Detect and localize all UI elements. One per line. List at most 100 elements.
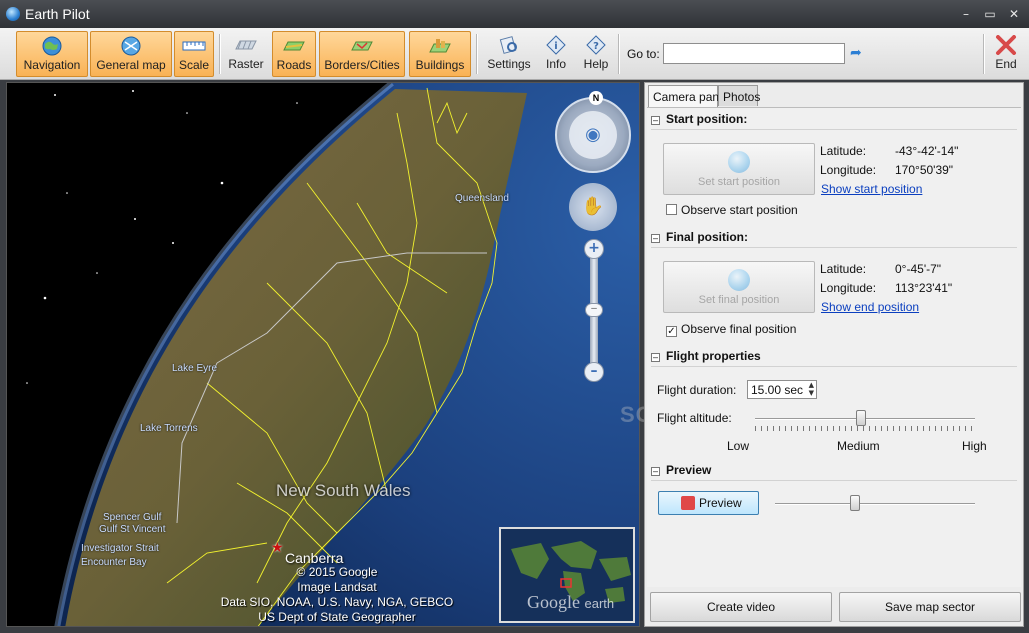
borders-cities-button[interactable]: Borders/Cities bbox=[319, 31, 405, 77]
map-label-lake-torrens: Lake Torrens bbox=[140, 423, 198, 434]
svg-text:i: i bbox=[554, 41, 557, 52]
google-earth-logo: Google earth bbox=[527, 592, 615, 612]
capital-star-icon: ★ bbox=[271, 539, 284, 555]
help-button[interactable]: ? Help bbox=[578, 31, 614, 77]
preview-slider-thumb[interactable] bbox=[850, 495, 860, 511]
map-label-queensland: Queensland bbox=[455, 193, 509, 204]
compass-north[interactable]: N bbox=[589, 91, 603, 105]
map-label-new-south-wales: New South Wales bbox=[276, 481, 411, 500]
scale-button[interactable]: Scale bbox=[174, 31, 214, 77]
attribution-line-4: US Dept of State Geographer bbox=[258, 610, 416, 624]
flight-properties-header[interactable]: – Flight properties bbox=[651, 349, 1017, 367]
globe-icon bbox=[42, 36, 62, 56]
camera-pan-page: – Start position: Set start position Lati… bbox=[647, 107, 1021, 587]
eye-icon: ◉ bbox=[569, 111, 617, 159]
create-video-button[interactable]: Create video bbox=[650, 592, 832, 622]
flight-duration-label: Flight duration: bbox=[657, 383, 737, 397]
preview-slider-track[interactable] bbox=[775, 503, 975, 505]
map-label-investigator-strait: Investigator Strait bbox=[81, 543, 159, 554]
tab-photos[interactable]: Photos bbox=[718, 85, 760, 106]
borders-icon bbox=[351, 41, 373, 51]
map-label-spencer-gulf: Spencer Gulf bbox=[103, 512, 162, 523]
globe-icon bbox=[728, 269, 750, 291]
observe-start-checkbox[interactable]: Observe start position bbox=[666, 203, 798, 217]
spinner-arrows-icon[interactable]: ▲ ▼ bbox=[809, 381, 814, 397]
map-label-gulf-st-vincent: Gulf St Vincent bbox=[99, 524, 166, 535]
set-start-position-button[interactable]: Set start position bbox=[663, 143, 815, 195]
collapse-icon[interactable]: – bbox=[651, 116, 660, 125]
preview-film-icon bbox=[681, 496, 695, 510]
collapse-icon[interactable]: – bbox=[651, 234, 660, 243]
buildings-button[interactable]: Buildings bbox=[409, 31, 471, 77]
attribution-line-3: Data SIO, NOAA, U.S. Navy, NGA, GEBCO bbox=[220, 595, 454, 609]
roads-icon bbox=[283, 41, 305, 51]
toolbar-separator bbox=[476, 34, 477, 74]
maximize-button[interactable]: ▭ bbox=[981, 6, 999, 22]
navigation-button[interactable]: Navigation bbox=[16, 31, 88, 77]
map-view[interactable]: Queensland Lake Eyre Lake Torrens Spence… bbox=[6, 82, 640, 627]
map-globe-icon bbox=[121, 36, 141, 56]
save-map-sector-button[interactable]: Save map sector bbox=[839, 592, 1021, 622]
final-latitude-label: Latitude: bbox=[820, 262, 867, 276]
start-latitude-label: Latitude: bbox=[820, 144, 867, 158]
go-arrow-icon[interactable]: ➦ bbox=[850, 45, 866, 61]
raster-button[interactable]: Raster bbox=[224, 31, 268, 77]
tab-camera-pan[interactable]: Camera pan bbox=[648, 85, 719, 107]
toolbar-separator bbox=[219, 34, 220, 74]
checkmark-icon[interactable]: ✓ bbox=[666, 326, 677, 337]
altitude-slider-thumb[interactable] bbox=[855, 410, 866, 426]
start-longitude-value: 170°50'39" bbox=[895, 163, 954, 177]
start-longitude-label: Longitude: bbox=[820, 163, 877, 177]
collapse-icon[interactable]: – bbox=[651, 353, 660, 362]
buildings-icon bbox=[429, 39, 451, 53]
final-longitude-label: Longitude: bbox=[820, 281, 877, 295]
final-position-header[interactable]: – Final position: bbox=[651, 230, 1017, 248]
end-button[interactable]: End bbox=[988, 31, 1024, 77]
checkbox-box[interactable] bbox=[666, 204, 677, 215]
title-bar: Earth Pilot – ▭ ✕ bbox=[0, 0, 1029, 28]
settings-icon bbox=[499, 36, 517, 54]
flight-altitude-label: Flight altitude: bbox=[657, 411, 732, 425]
look-control[interactable]: ◉ bbox=[555, 97, 631, 173]
attribution-line-1: © 2015 Google bbox=[296, 565, 378, 579]
preview-header[interactable]: – Preview bbox=[651, 463, 1017, 481]
show-start-position-link[interactable]: Show start position bbox=[821, 182, 922, 196]
start-position-header[interactable]: – Start position: bbox=[651, 112, 1017, 130]
attribution-line-2: Image Landsat bbox=[297, 580, 377, 594]
altitude-medium-label: Medium bbox=[837, 439, 880, 453]
collapse-icon[interactable]: – bbox=[651, 467, 660, 476]
start-latitude-value: -43°-42'-14" bbox=[895, 144, 959, 158]
info-icon: i bbox=[546, 35, 566, 55]
roads-button[interactable]: Roads bbox=[272, 31, 316, 77]
zoom-slider-thumb[interactable]: – bbox=[585, 303, 603, 317]
zoom-in-button[interactable]: + bbox=[584, 239, 604, 259]
flight-duration-spinner[interactable]: 15.00 sec ▲ ▼ bbox=[747, 380, 817, 399]
map-label-lake-eyre: Lake Eyre bbox=[172, 363, 218, 374]
svg-text:?: ? bbox=[593, 41, 599, 52]
ruler-icon bbox=[182, 41, 206, 51]
final-latitude-value: 0°-45'-7" bbox=[895, 262, 942, 276]
close-button[interactable]: ✕ bbox=[1005, 6, 1023, 22]
toolbar-separator bbox=[618, 34, 619, 74]
final-longitude-value: 113°23'41" bbox=[895, 281, 953, 295]
minimize-button[interactable]: – bbox=[957, 6, 975, 22]
general-map-button[interactable]: General map bbox=[90, 31, 172, 77]
window-title: Earth Pilot bbox=[25, 6, 90, 22]
toolbar-separator bbox=[983, 34, 984, 74]
map-label-canberra: Canberra bbox=[285, 550, 344, 566]
altitude-slider-ticks bbox=[755, 426, 975, 431]
preview-button[interactable]: Preview bbox=[658, 491, 759, 515]
altitude-high-label: High bbox=[962, 439, 987, 453]
info-button[interactable]: i Info bbox=[538, 31, 574, 77]
goto-input[interactable] bbox=[663, 43, 845, 64]
observe-final-checkbox[interactable]: ✓ Observe final position bbox=[666, 322, 796, 337]
help-icon: ? bbox=[586, 35, 606, 55]
raster-icon bbox=[235, 40, 257, 50]
zoom-out-button[interactable]: – bbox=[584, 362, 604, 382]
set-final-position-button[interactable]: Set final position bbox=[663, 261, 815, 313]
pan-control-hand-icon[interactable]: ✋ bbox=[569, 183, 617, 231]
map-label-encounter-bay: Encounter Bay bbox=[81, 557, 147, 568]
settings-button[interactable]: Settings bbox=[484, 31, 534, 77]
show-end-position-link[interactable]: Show end position bbox=[821, 300, 919, 314]
toolbar: Navigation General map Scale Raster Road… bbox=[0, 28, 1029, 80]
